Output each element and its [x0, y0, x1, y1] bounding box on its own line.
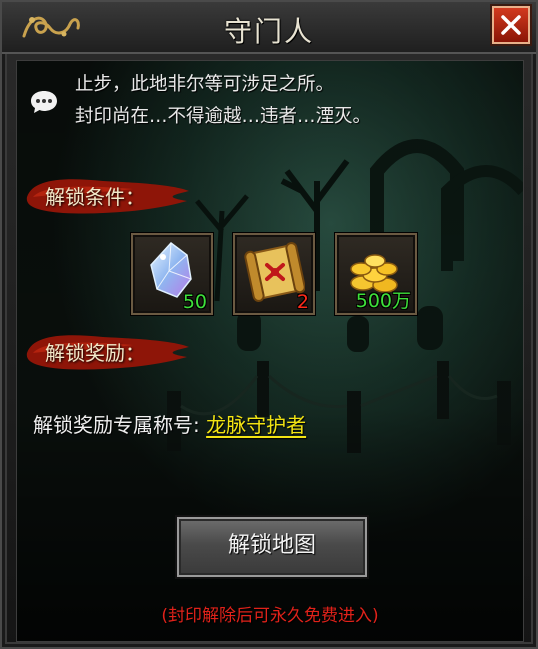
dialog-title: 守门人: [223, 15, 314, 48]
message-line-2: 封印尚在…不得逾越…违者…湮灭。: [75, 106, 372, 127]
close-icon: [501, 15, 521, 35]
title-bar[interactable]: 守门人: [2, 2, 536, 54]
chat-bubble-icon: [31, 91, 57, 113]
unlock-map-button[interactable]: 解锁地图: [177, 517, 367, 577]
content-area: 止步，此地非尔等可涉足之所。 封印尚在…不得逾越…违者…湮灭。 解锁条件： 50…: [16, 60, 524, 642]
conditions-label: 解锁条件：: [45, 185, 145, 209]
close-button[interactable]: [492, 6, 530, 44]
item-count: 2: [296, 291, 309, 313]
gatekeeper-message: 止步，此地非尔等可涉足之所。 封印尚在…不得逾越…违者…湮灭。: [75, 69, 505, 133]
gatekeeper-dialog: 守门人 止步，此地非尔等可涉足之所。 封印尚在…不得逾越…违者…湮灭。 解锁条件…: [0, 0, 538, 649]
rewards-label: 解锁奖励：: [45, 341, 145, 365]
unlock-footnote: (封印解除后可永久免费进入): [161, 606, 379, 626]
reward-description: 解锁奖励专属称号: 龙脉守护者: [33, 409, 306, 438]
unlock-requirements: 50 2 500万: [131, 233, 431, 319]
rewards-header: 解锁奖励：: [23, 327, 193, 375]
item-count: 500万: [355, 290, 411, 312]
reward-text: 解锁奖励专属称号:: [33, 413, 200, 437]
item-slot-scroll[interactable]: 2: [233, 233, 315, 315]
item-slot-crystal[interactable]: 50: [131, 233, 213, 315]
scroll-icon: [244, 242, 305, 302]
reward-title-link[interactable]: 龙脉守护者: [206, 413, 306, 437]
message-line-1: 止步，此地非尔等可涉足之所。: [75, 74, 335, 95]
item-slot-gold[interactable]: 500万: [335, 233, 417, 315]
item-count: 50: [182, 291, 207, 313]
conditions-header: 解锁条件：: [23, 171, 193, 219]
